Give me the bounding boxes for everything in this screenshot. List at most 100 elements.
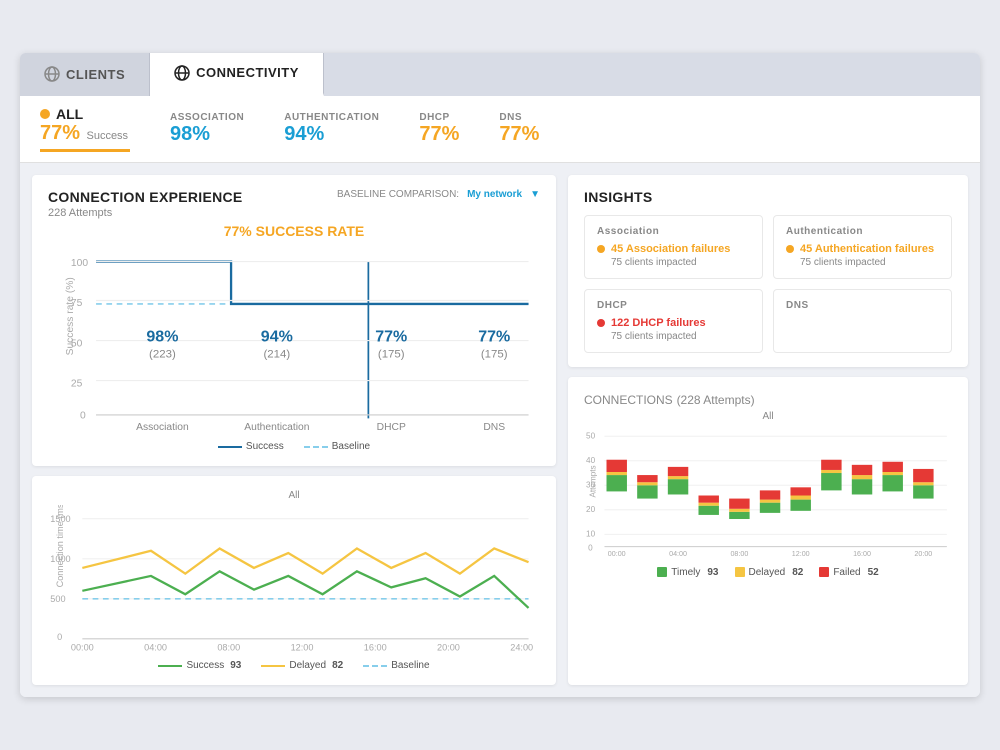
tab-bar: CLIENTS CONNECTIVITY <box>20 53 980 96</box>
delayed-count: 82 <box>792 567 803 578</box>
svg-text:24:00: 24:00 <box>510 643 533 653</box>
insights-grid: Association 45 Association failures 75 c… <box>584 215 952 353</box>
authentication-value: 94% <box>284 123 379 146</box>
baseline-line-icon <box>304 446 328 448</box>
svg-text:04:00: 04:00 <box>669 550 687 558</box>
svg-text:500: 500 <box>50 595 65 605</box>
legend-failed: Failed 52 <box>819 567 878 578</box>
auth-clients: 75 clients impacted <box>800 257 939 268</box>
success-rate-label: 77% SUCCESS RATE <box>48 223 540 239</box>
timely-count: 93 <box>707 567 718 578</box>
svg-text:(214): (214) <box>263 349 290 361</box>
svg-text:(175): (175) <box>378 349 405 361</box>
svg-text:DNS: DNS <box>483 422 505 433</box>
connections-bar-svg: 50 40 30 20 10 0 Attempts <box>584 426 952 559</box>
svg-text:100: 100 <box>71 258 88 269</box>
connections-main-title: CONNECTIONS <box>584 393 673 407</box>
svg-text:08:00: 08:00 <box>730 550 748 558</box>
insight-dns-title: DNS <box>786 300 939 311</box>
dhcp-failure-text: 122 DHCP failures <box>611 317 706 329</box>
svg-text:04:00: 04:00 <box>144 643 167 653</box>
metric-dhcp[interactable]: DHCP 77% <box>419 112 459 146</box>
svg-text:20:00: 20:00 <box>437 643 460 653</box>
legend-time-success: Success 93 <box>158 660 241 671</box>
svg-text:16:00: 16:00 <box>364 643 387 653</box>
svg-text:Authentication: Authentication <box>244 422 309 433</box>
all-dot <box>40 109 50 119</box>
timely-label: Timely <box>671 567 700 578</box>
insight-dhcp: DHCP 122 DHCP failures 75 clients impact… <box>584 289 763 353</box>
connections-title: CONNECTIONS (228 Attempts) <box>584 391 952 407</box>
failed-label: Failed <box>833 567 860 578</box>
svg-text:10: 10 <box>586 529 596 538</box>
svg-text:Association: Association <box>136 422 189 433</box>
svg-text:50: 50 <box>586 431 596 440</box>
content-area: CONNECTION EXPERIENCE 228 Attempts BASEL… <box>20 163 980 697</box>
auth-dot <box>786 245 794 253</box>
connections-chart-title: All <box>584 411 952 422</box>
insight-dhcp-title: DHCP <box>597 300 750 311</box>
svg-text:16:00: 16:00 <box>853 550 871 558</box>
metric-association[interactable]: ASSOCIATION 98% <box>170 112 244 146</box>
legend-time-delayed: Delayed 82 <box>261 660 343 671</box>
left-panel: CONNECTION EXPERIENCE 228 Attempts BASEL… <box>32 175 556 685</box>
legend-time-baseline: Baseline <box>363 660 429 671</box>
time-success-count: 93 <box>230 660 241 671</box>
legend-timely: Timely 93 <box>657 567 718 578</box>
baseline-row: BASELINE COMPARISON: My network ▼ <box>337 189 540 200</box>
legend-baseline-label: Baseline <box>332 441 370 452</box>
baseline-dashed-icon <box>363 665 387 667</box>
legend-delayed: Delayed 82 <box>735 567 804 578</box>
tab-clients[interactable]: CLIENTS <box>20 53 150 96</box>
legend-success: Success <box>218 441 284 452</box>
insight-dhcp-failure: 122 DHCP failures <box>597 317 750 329</box>
conn-exp-title: CONNECTION EXPERIENCE <box>48 189 243 205</box>
svg-text:0: 0 <box>588 544 593 553</box>
tab-connectivity-label: CONNECTIVITY <box>196 65 299 80</box>
svg-text:Success rate (%): Success rate (%) <box>65 277 76 355</box>
insight-association: Association 45 Association failures 75 c… <box>584 215 763 279</box>
metric-all[interactable]: ALL 77% Success <box>40 106 130 152</box>
time-chart-legend: Success 93 Delayed 82 Baseline <box>48 660 540 671</box>
insights-title: INSIGHTS <box>584 189 952 205</box>
insight-dns: DNS <box>773 289 952 353</box>
right-panel: INSIGHTS Association 45 Association fail… <box>568 175 968 685</box>
dhcp-dot <box>597 319 605 327</box>
all-label: ALL <box>56 106 83 122</box>
svg-text:98%: 98% <box>146 329 178 346</box>
metric-bar: ALL 77% Success ASSOCIATION 98% AUTHENTI… <box>20 96 980 163</box>
all-value: 77% <box>40 122 80 144</box>
timely-dot <box>657 567 667 577</box>
legend-baseline: Baseline <box>304 441 370 452</box>
insight-association-failure: 45 Association failures <box>597 243 750 255</box>
svg-text:Connection time (ms): Connection time (ms) <box>55 505 65 587</box>
authentication-label: AUTHENTICATION <box>284 112 379 123</box>
bar-chart-svg: 100 75 50 25 0 Success rate (%) <box>48 241 540 436</box>
metric-authentication[interactable]: AUTHENTICATION 94% <box>284 112 379 146</box>
svg-text:77%: 77% <box>375 329 407 346</box>
insight-auth-title: Authentication <box>786 226 939 237</box>
svg-text:12:00: 12:00 <box>291 643 314 653</box>
assoc-dot <box>597 245 605 253</box>
failed-count: 52 <box>868 567 879 578</box>
insight-auth-failure: 45 Authentication failures <box>786 243 939 255</box>
success-green-icon <box>158 665 182 667</box>
time-delayed-label: Delayed <box>289 660 326 671</box>
chevron-down-icon[interactable]: ▼ <box>530 189 540 200</box>
baseline-label: BASELINE COMPARISON: <box>337 189 459 200</box>
svg-text:20: 20 <box>586 505 596 514</box>
connections-attempts: (228 Attempts) <box>677 393 755 407</box>
svg-text:(223): (223) <box>149 349 176 361</box>
association-value: 98% <box>170 123 244 146</box>
network-link[interactable]: My network <box>467 189 522 200</box>
svg-text:Attempts: Attempts <box>588 465 597 497</box>
connections-bar-legend: Timely 93 Delayed 82 Failed 52 <box>584 567 952 578</box>
auth-failure-text: 45 Authentication failures <box>800 243 934 255</box>
dns-value: 77% <box>499 123 539 146</box>
failed-dot <box>819 567 829 577</box>
metric-dns[interactable]: DNS 77% <box>499 112 539 146</box>
connection-experience-card: CONNECTION EXPERIENCE 228 Attempts BASEL… <box>32 175 556 467</box>
svg-text:20:00: 20:00 <box>914 550 932 558</box>
tab-connectivity[interactable]: CONNECTIVITY <box>150 53 324 96</box>
all-success: Success <box>86 130 128 142</box>
